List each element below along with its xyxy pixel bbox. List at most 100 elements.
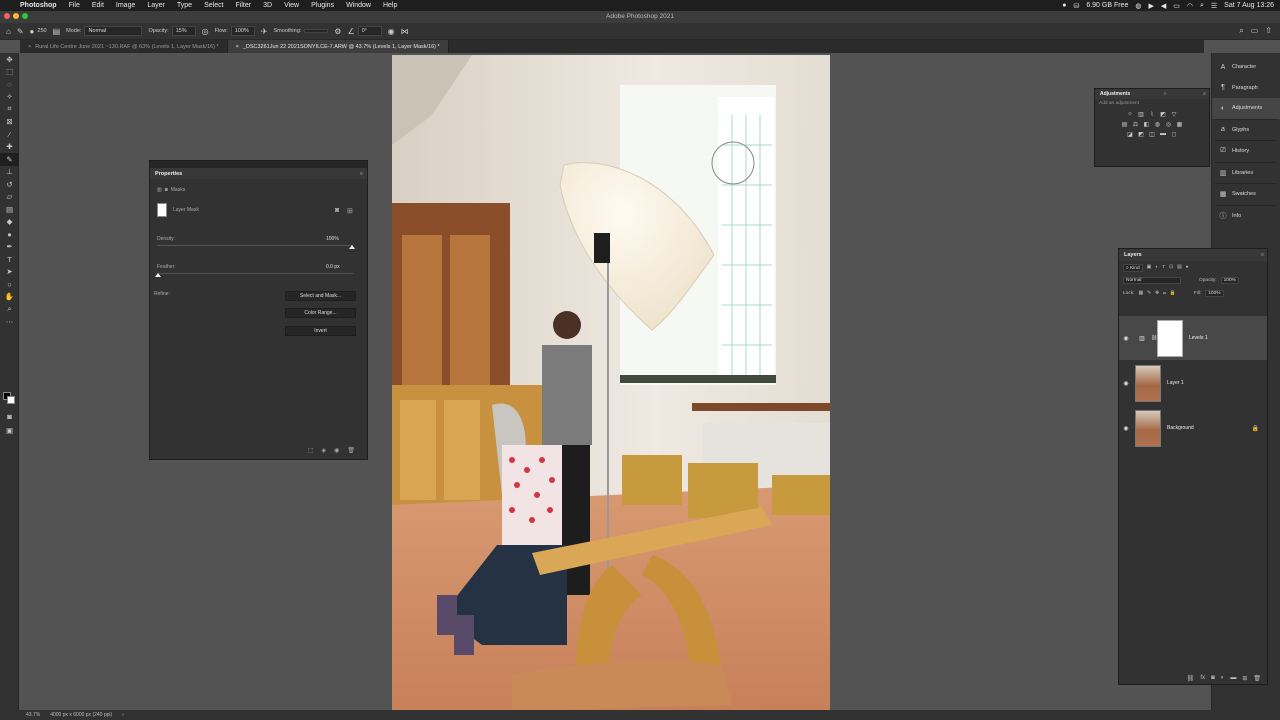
lasso-tool-icon[interactable]: ◌	[0, 78, 19, 91]
blend-mode-select[interactable]: Normal	[1123, 277, 1181, 284]
panel-drag-handle[interactable]	[150, 161, 367, 168]
dock-character[interactable]: A Character	[1212, 57, 1280, 78]
new-adjustment-icon[interactable]: ◐	[1221, 675, 1225, 681]
history-brush-tool-icon[interactable]: ↺	[0, 178, 19, 191]
exposure-icon[interactable]: ◩	[1159, 110, 1167, 118]
lock-position-icon[interactable]: ✥	[1155, 291, 1159, 296]
zoom-tool-icon[interactable]: ⌕	[0, 303, 19, 316]
selective-color-icon[interactable]: ◻	[1170, 130, 1178, 138]
visibility-eye-icon[interactable]: ◉	[334, 447, 339, 454]
healing-brush-tool-icon[interactable]: ✚	[0, 141, 19, 154]
select-and-mask-button[interactable]: Select and Mask...	[285, 291, 356, 301]
path-selection-tool-icon[interactable]: ➤	[0, 266, 19, 279]
clock[interactable]: Sat 7 Aug 13:26	[1224, 2, 1274, 9]
photo-filter-icon[interactable]: ◍	[1154, 120, 1162, 128]
menu-help[interactable]: Help	[377, 2, 403, 9]
disk-free-label[interactable]: 6.90 GB Free	[1086, 2, 1128, 9]
document-info[interactable]: 4000 px x 6000 px (240 ppi)	[50, 712, 112, 718]
control-center-icon[interactable]: ☰	[1211, 2, 1217, 10]
angle-field[interactable]: 0°	[357, 26, 382, 36]
filter-adjustment-icon[interactable]: ◐	[1155, 265, 1158, 270]
menu-file[interactable]: File	[63, 2, 86, 9]
filter-type-icon[interactable]: T	[1162, 265, 1165, 270]
load-selection-icon[interactable]: ⬚	[308, 447, 314, 454]
quick-mask-icon[interactable]: ◙	[0, 410, 19, 423]
black-white-icon[interactable]: ◧	[1143, 120, 1151, 128]
layer-name[interactable]: Levels 1	[1189, 335, 1208, 341]
hand-tool-icon[interactable]: ✋	[0, 291, 19, 304]
new-layer-icon[interactable]: ⊞	[1242, 675, 1247, 682]
visibility-eye-icon[interactable]: ◉	[1119, 380, 1133, 387]
gradient-map-icon[interactable]: ▬	[1159, 130, 1167, 138]
airbrush-icon[interactable]: ✈	[261, 27, 268, 36]
color-balance-icon[interactable]: ⚖	[1132, 120, 1140, 128]
zoom-level[interactable]: 43.7%	[26, 712, 40, 718]
layer-mask-thumbnail[interactable]	[1157, 319, 1183, 357]
menu-view[interactable]: View	[278, 2, 305, 9]
menu-select[interactable]: Select	[198, 2, 229, 9]
battery-icon[interactable]: ▭	[1173, 2, 1180, 10]
pressure-size-icon[interactable]: ◉	[388, 27, 395, 36]
play-icon[interactable]: ▶	[1148, 2, 1153, 10]
tab-close-icon[interactable]: ×	[236, 44, 239, 50]
filter-smart-object-icon[interactable]: ▤	[1177, 265, 1182, 270]
layer-name[interactable]: Background	[1167, 425, 1194, 431]
lock-artboard-icon[interactable]: ⌗	[1163, 291, 1166, 297]
quick-select-tool-icon[interactable]: ✧	[0, 91, 19, 104]
menu-layer[interactable]: Layer	[141, 2, 171, 9]
opacity-field[interactable]: 100%	[1220, 277, 1239, 284]
smoothing-settings-icon[interactable]: ⚙	[334, 27, 341, 36]
panel-menu-icon[interactable]: ≡	[360, 171, 367, 177]
filter-toggle-icon[interactable]: ●	[1186, 265, 1189, 270]
dock-adjustments[interactable]: ◐ Adjustments	[1212, 98, 1280, 119]
fill-field[interactable]: 100%	[1205, 290, 1224, 297]
select-vector-mask-icon[interactable]: ⊞	[347, 207, 353, 215]
link-layers-icon[interactable]: ⛓	[1187, 675, 1195, 682]
lock-pixels-icon[interactable]: ✎	[1147, 291, 1151, 296]
opacity-field[interactable]: 15%	[171, 26, 196, 36]
mode-select[interactable]: Normal	[84, 26, 143, 36]
dock-history[interactable]: ⎚ History	[1212, 141, 1280, 162]
hue-saturation-icon[interactable]: ▤	[1121, 120, 1129, 128]
menu-edit[interactable]: Edit	[86, 2, 110, 9]
panel-menu-icon[interactable]: ≡	[1261, 252, 1267, 258]
menu-image[interactable]: Image	[110, 2, 141, 9]
crop-tool-icon[interactable]: ⌗	[0, 103, 19, 116]
tab-document-1[interactable]: × Rural Life Centre June 2021 ~130.RAF @…	[20, 40, 228, 53]
dock-paragraph[interactable]: ¶ Paragraph	[1212, 78, 1280, 99]
symmetry-icon[interactable]: ⋈	[401, 27, 409, 36]
levels-mask-icon[interactable]: ▥	[157, 187, 162, 193]
spotlight-icon[interactable]: ⌕	[1200, 2, 1204, 10]
density-slider-thumb[interactable]	[349, 245, 355, 249]
lock-transparency-icon[interactable]: ▦	[1138, 291, 1143, 296]
more-tools-icon[interactable]: ⋯	[0, 316, 19, 329]
channel-mixer-icon[interactable]: ◎	[1165, 120, 1173, 128]
dock-glyphs[interactable]: a Glyphs	[1212, 120, 1280, 141]
delete-layer-icon[interactable]: 🗑	[1253, 675, 1261, 682]
blur-tool-icon[interactable]: ◆	[0, 216, 19, 229]
disk-icon[interactable]: ⛁	[1073, 2, 1079, 10]
move-tool-icon[interactable]: ✥	[0, 53, 19, 66]
density-value[interactable]: 100%	[326, 236, 339, 242]
new-group-icon[interactable]: ▬	[1230, 675, 1236, 681]
collapse-icon[interactable]: »	[1164, 91, 1170, 97]
feather-slider-track[interactable]	[157, 273, 353, 274]
menu-plugins[interactable]: Plugins	[305, 2, 340, 9]
filter-kind-select[interactable]: ⌕ Kind	[1123, 263, 1143, 272]
volume-icon[interactable]: ◀	[1161, 2, 1166, 10]
layer-name[interactable]: Layer 1	[1167, 380, 1184, 386]
brush-settings-icon[interactable]: ▤	[53, 27, 61, 36]
shape-tool-icon[interactable]: ○	[0, 278, 19, 291]
menu-3d[interactable]: 3D	[257, 2, 278, 9]
panel-menu-icon[interactable]: ≡	[1203, 91, 1209, 97]
visibility-eye-icon[interactable]: ◉	[1119, 335, 1133, 342]
threshold-icon[interactable]: ◫	[1148, 130, 1156, 138]
eraser-tool-icon[interactable]: ▱	[0, 191, 19, 204]
feather-slider-thumb[interactable]	[155, 273, 161, 277]
dock-swatches[interactable]: ▦ Swatches	[1212, 184, 1280, 205]
feather-value[interactable]: 0.0 px	[326, 264, 340, 270]
layer-style-icon[interactable]: fx	[1200, 675, 1205, 681]
pressure-opacity-icon[interactable]: ◎	[202, 27, 209, 36]
invert-icon[interactable]: ◪	[1126, 130, 1134, 138]
visibility-eye-icon[interactable]: ◉	[1119, 425, 1133, 432]
